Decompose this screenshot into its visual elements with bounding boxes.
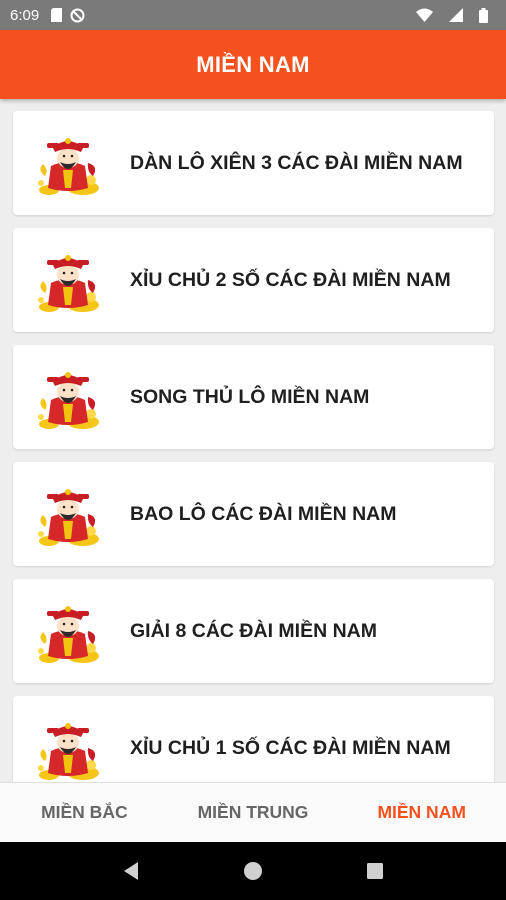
category-list: DÀN LÔ XIÊN 3 CÁC ĐÀI MIỀN NAM XỈU CHỦ 2… bbox=[0, 99, 506, 782]
god-of-wealth-icon bbox=[33, 245, 103, 315]
system-navigation-bar bbox=[0, 842, 506, 900]
list-item[interactable]: GIẢI 8 CÁC ĐÀI MIỀN NAM bbox=[13, 579, 494, 683]
list-item-label: BAO LÔ CÁC ĐÀI MIỀN NAM bbox=[130, 502, 397, 525]
list-item-label: GIẢI 8 CÁC ĐÀI MIỀN NAM bbox=[130, 619, 378, 642]
tab-mien-bac[interactable]: MIỀN BẮC bbox=[0, 783, 169, 842]
signal-icon bbox=[449, 8, 463, 22]
god-of-wealth-icon bbox=[33, 713, 103, 782]
home-icon[interactable] bbox=[233, 851, 273, 891]
god-of-wealth-icon bbox=[33, 128, 103, 198]
app-bar: MIỀN NAM bbox=[0, 30, 506, 99]
page-title: MIỀN NAM bbox=[196, 51, 310, 77]
tab-mien-trung[interactable]: MIỀN TRUNG bbox=[169, 783, 338, 842]
god-of-wealth-icon bbox=[33, 596, 103, 666]
list-item[interactable]: BAO LÔ CÁC ĐÀI MIỀN NAM bbox=[13, 462, 494, 566]
list-item[interactable]: SONG THỦ LÔ MIỀN NAM bbox=[13, 345, 494, 449]
list-item-label: XỈU CHỦ 1 SỐ CÁC ĐÀI MIỀN NAM bbox=[130, 736, 451, 759]
list-item[interactable]: XỈU CHỦ 2 SỐ CÁC ĐÀI MIỀN NAM bbox=[13, 228, 494, 332]
god-of-wealth-icon bbox=[33, 479, 103, 549]
recents-icon[interactable] bbox=[355, 851, 395, 891]
do-not-disturb-icon bbox=[70, 8, 85, 23]
list-item[interactable]: XỈU CHỦ 1 SỐ CÁC ĐÀI MIỀN NAM bbox=[13, 696, 494, 782]
god-of-wealth-icon bbox=[33, 362, 103, 432]
sim-card-icon bbox=[51, 8, 63, 22]
list-item-label: XỈU CHỦ 2 SỐ CÁC ĐÀI MIỀN NAM bbox=[130, 268, 451, 291]
back-icon[interactable] bbox=[111, 851, 151, 891]
battery-icon bbox=[479, 7, 488, 23]
status-bar: 6:09 bbox=[0, 0, 506, 30]
list-item-label: DÀN LÔ XIÊN 3 CÁC ĐÀI MIỀN NAM bbox=[130, 151, 463, 174]
list-item-label: SONG THỦ LÔ MIỀN NAM bbox=[130, 385, 370, 408]
bottom-navigation: MIỀN BẮC MIỀN TRUNG MIỀN NAM bbox=[0, 782, 506, 842]
status-time: 6:09 bbox=[10, 6, 40, 24]
list-item[interactable]: DÀN LÔ XIÊN 3 CÁC ĐÀI MIỀN NAM bbox=[13, 111, 494, 215]
wifi-icon bbox=[416, 8, 433, 22]
status-right-icons bbox=[416, 7, 496, 23]
tab-mien-nam[interactable]: MIỀN NAM bbox=[337, 783, 506, 842]
